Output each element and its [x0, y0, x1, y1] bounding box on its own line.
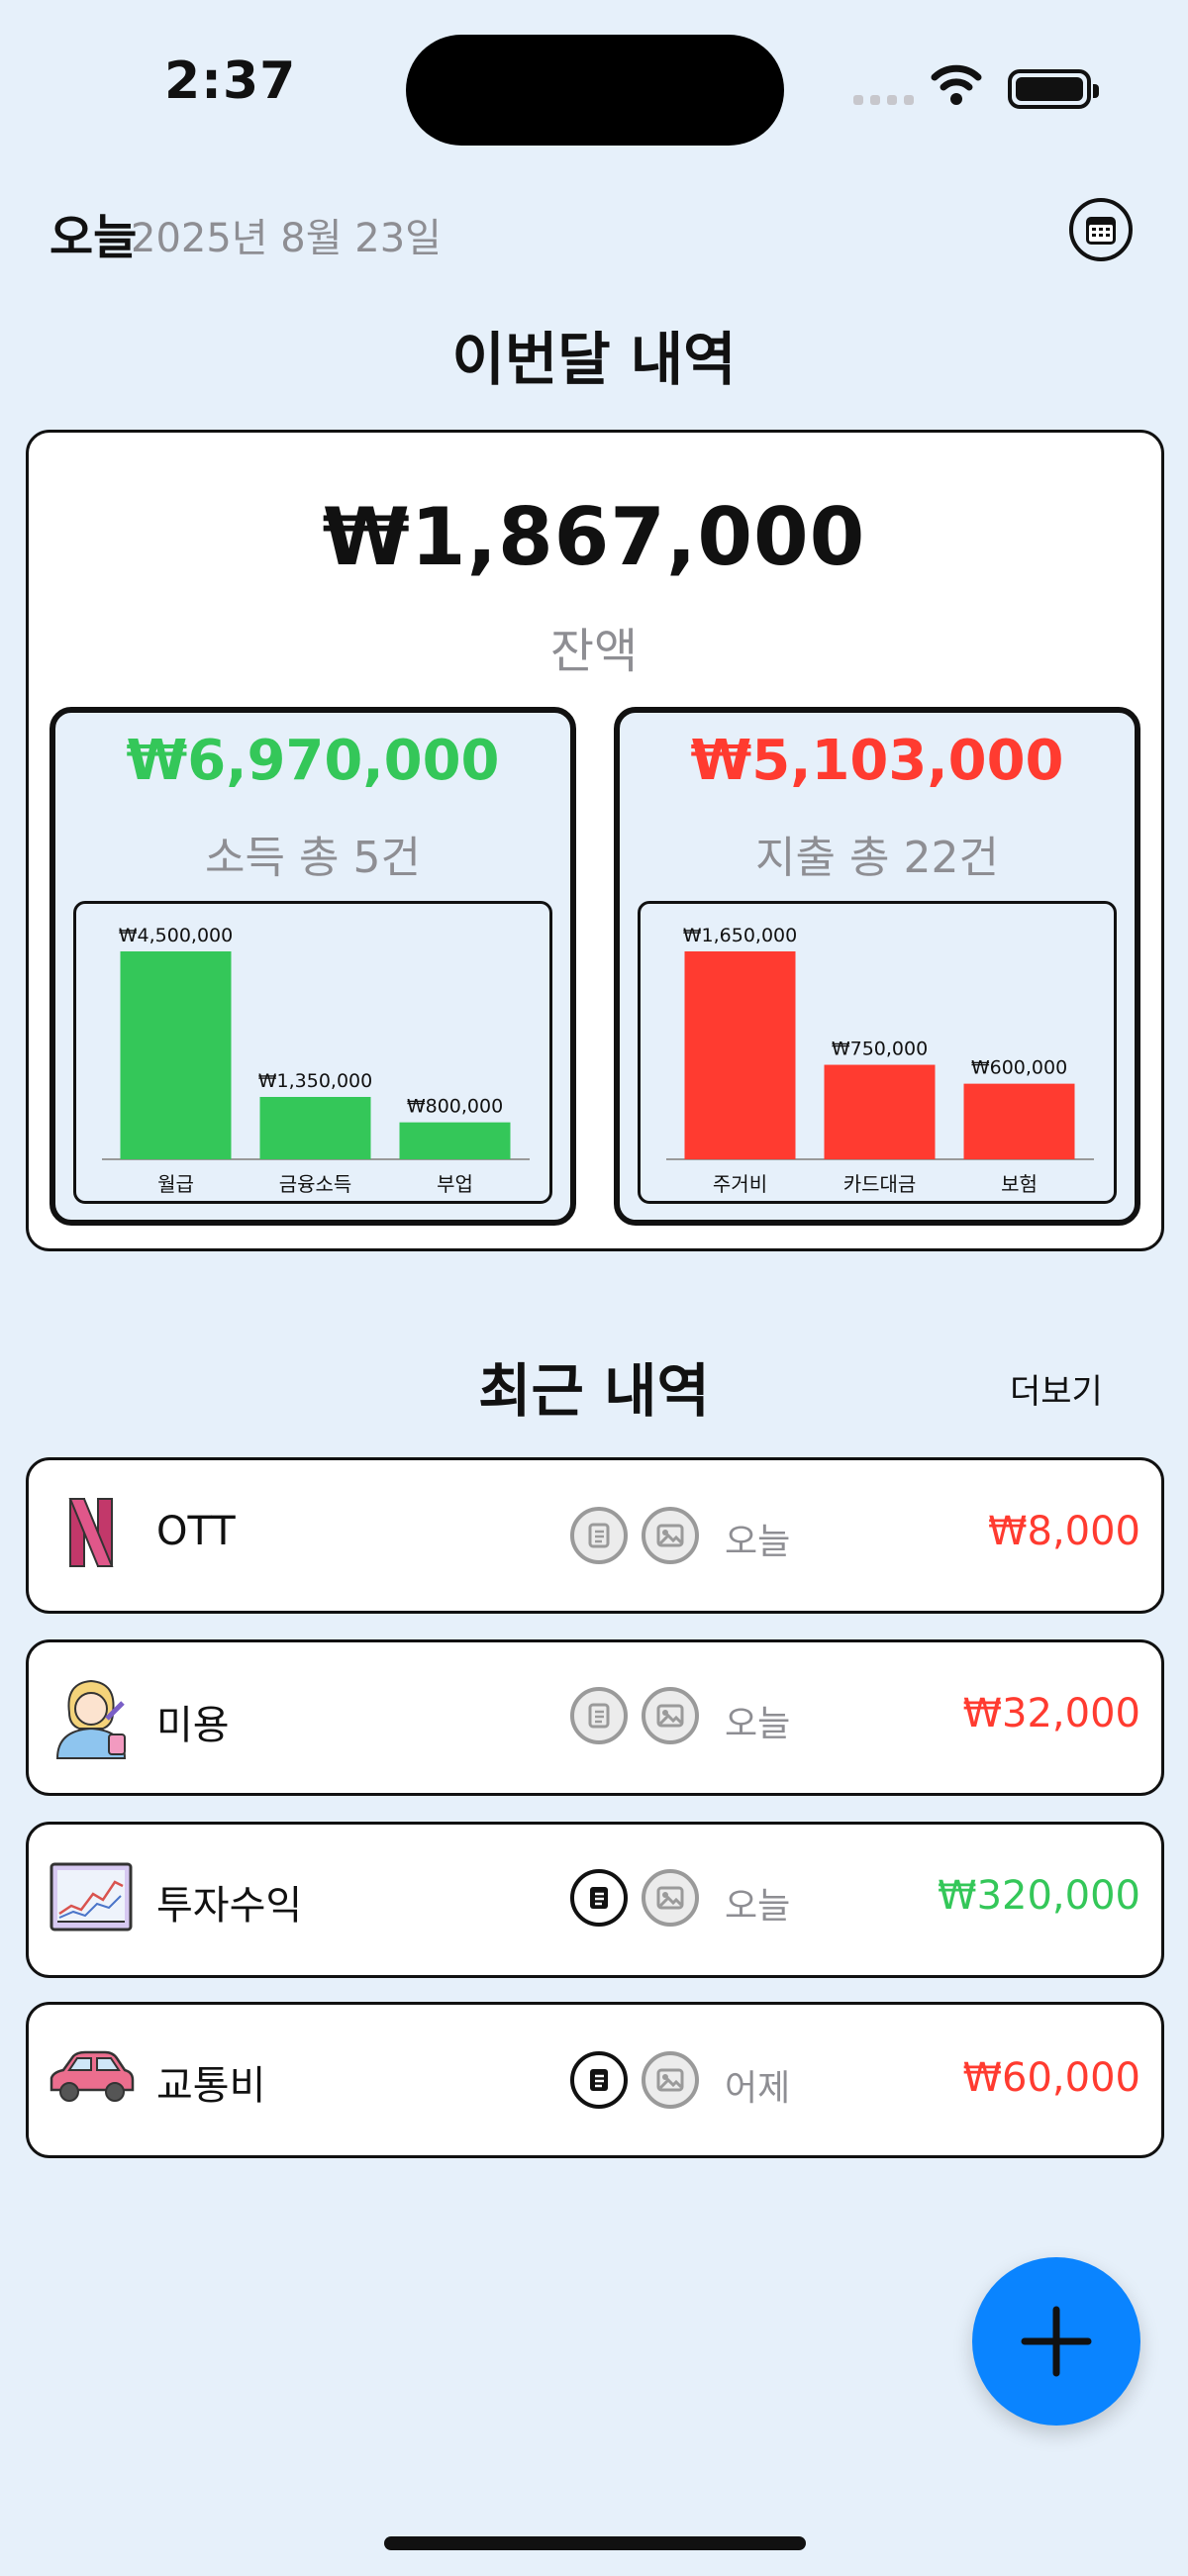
transaction-date: 어제 — [725, 2068, 791, 2109]
today-label: 오늘 — [50, 210, 138, 265]
income-count: 소득 총 5건 — [205, 833, 421, 883]
bar-value-label: ₩1,350,000 — [258, 1070, 372, 1092]
photo-icon[interactable] — [642, 1687, 699, 1744]
photo-icon[interactable] — [642, 1869, 699, 1927]
bar-value-label: ₩4,500,000 — [119, 925, 233, 946]
transaction-amount: ₩320,000 — [938, 1873, 1140, 1919]
income-total: ₩6,970,000 — [126, 729, 500, 793]
expense-bar-chart: ₩1,650,000 주거비 ₩750,000 카드대금 ₩600,000 보험 — [666, 925, 1094, 1196]
bar-value-label: ₩600,000 — [971, 1057, 1067, 1079]
monthly-section-title: 이번달 내역 — [451, 326, 737, 393]
bar-category-label: 보험 — [1001, 1172, 1038, 1196]
bar-category-label: 카드대금 — [843, 1172, 917, 1196]
income-bar-chart: ₩4,500,000 월급 ₩1,350,000 금융소득 ₩800,000 부업 — [102, 925, 530, 1196]
stock-chart-icon — [46, 1851, 137, 1942]
netflix-icon — [46, 1487, 137, 1578]
more-link[interactable]: 더보기 — [1010, 1364, 1103, 1413]
transaction-name: 미용 — [156, 1703, 230, 1748]
plus-icon — [1021, 2306, 1092, 2377]
transaction-date: 오늘 — [725, 1522, 791, 1562]
transaction-name: 투자수익 — [156, 1883, 303, 1929]
bar-category-label: 주거비 — [713, 1172, 767, 1196]
beauty-icon — [46, 1671, 137, 1762]
memo-icon[interactable] — [570, 1507, 628, 1564]
transaction-name: OTT — [156, 1509, 236, 1554]
add-transaction-button[interactable] — [972, 2257, 1140, 2426]
memo-icon[interactable] — [570, 1687, 628, 1744]
cellular-signal-icon — [853, 95, 914, 105]
chart-bar — [120, 951, 232, 1159]
bar-value-label: ₩800,000 — [407, 1096, 503, 1118]
transaction-amount: ₩60,000 — [962, 2055, 1140, 2101]
chart-bar — [399, 1122, 511, 1159]
transaction-amount: ₩32,000 — [962, 1691, 1140, 1736]
transaction-name: 교통비 — [156, 2063, 266, 2109]
transaction-amount: ₩8,000 — [987, 1509, 1140, 1554]
car-icon — [46, 2031, 137, 2123]
bar-category-label: 월급 — [157, 1172, 194, 1196]
calendar-icon — [1086, 217, 1116, 245]
dynamic-island — [406, 35, 784, 146]
expense-chart: ₩1,650,000 주거비 ₩750,000 카드대금 ₩600,000 보험 — [638, 901, 1117, 1204]
bar-value-label: ₩1,650,000 — [683, 925, 797, 946]
photo-icon[interactable] — [642, 2051, 699, 2109]
home-indicator[interactable] — [384, 2536, 806, 2550]
balance-amount: ₩1,867,000 — [322, 491, 866, 583]
current-date: 2025년 8월 23일 — [131, 216, 442, 261]
calendar-button[interactable] — [1069, 198, 1133, 261]
chart-bar — [824, 1064, 936, 1159]
memo-icon[interactable] — [570, 1869, 628, 1927]
bar-category-label: 금융소득 — [279, 1172, 352, 1196]
wifi-icon — [931, 64, 982, 105]
chart-bar — [963, 1083, 1075, 1159]
transaction-date: 오늘 — [725, 1886, 791, 1927]
expense-count: 지출 총 22건 — [755, 833, 999, 883]
status-time: 2:37 — [164, 51, 297, 111]
photo-icon[interactable] — [642, 1507, 699, 1564]
balance-label: 잔액 — [549, 624, 639, 679]
memo-icon[interactable] — [570, 2051, 628, 2109]
chart-bar — [259, 1097, 371, 1159]
transaction-date: 오늘 — [725, 1704, 791, 1744]
expense-total: ₩5,103,000 — [690, 729, 1064, 793]
bar-value-label: ₩750,000 — [832, 1039, 928, 1060]
chart-bar — [684, 951, 796, 1159]
battery-icon — [1008, 69, 1099, 109]
income-chart: ₩4,500,000 월급 ₩1,350,000 금융소득 ₩800,000 부업 — [73, 901, 552, 1204]
bar-category-label: 부업 — [437, 1172, 473, 1196]
